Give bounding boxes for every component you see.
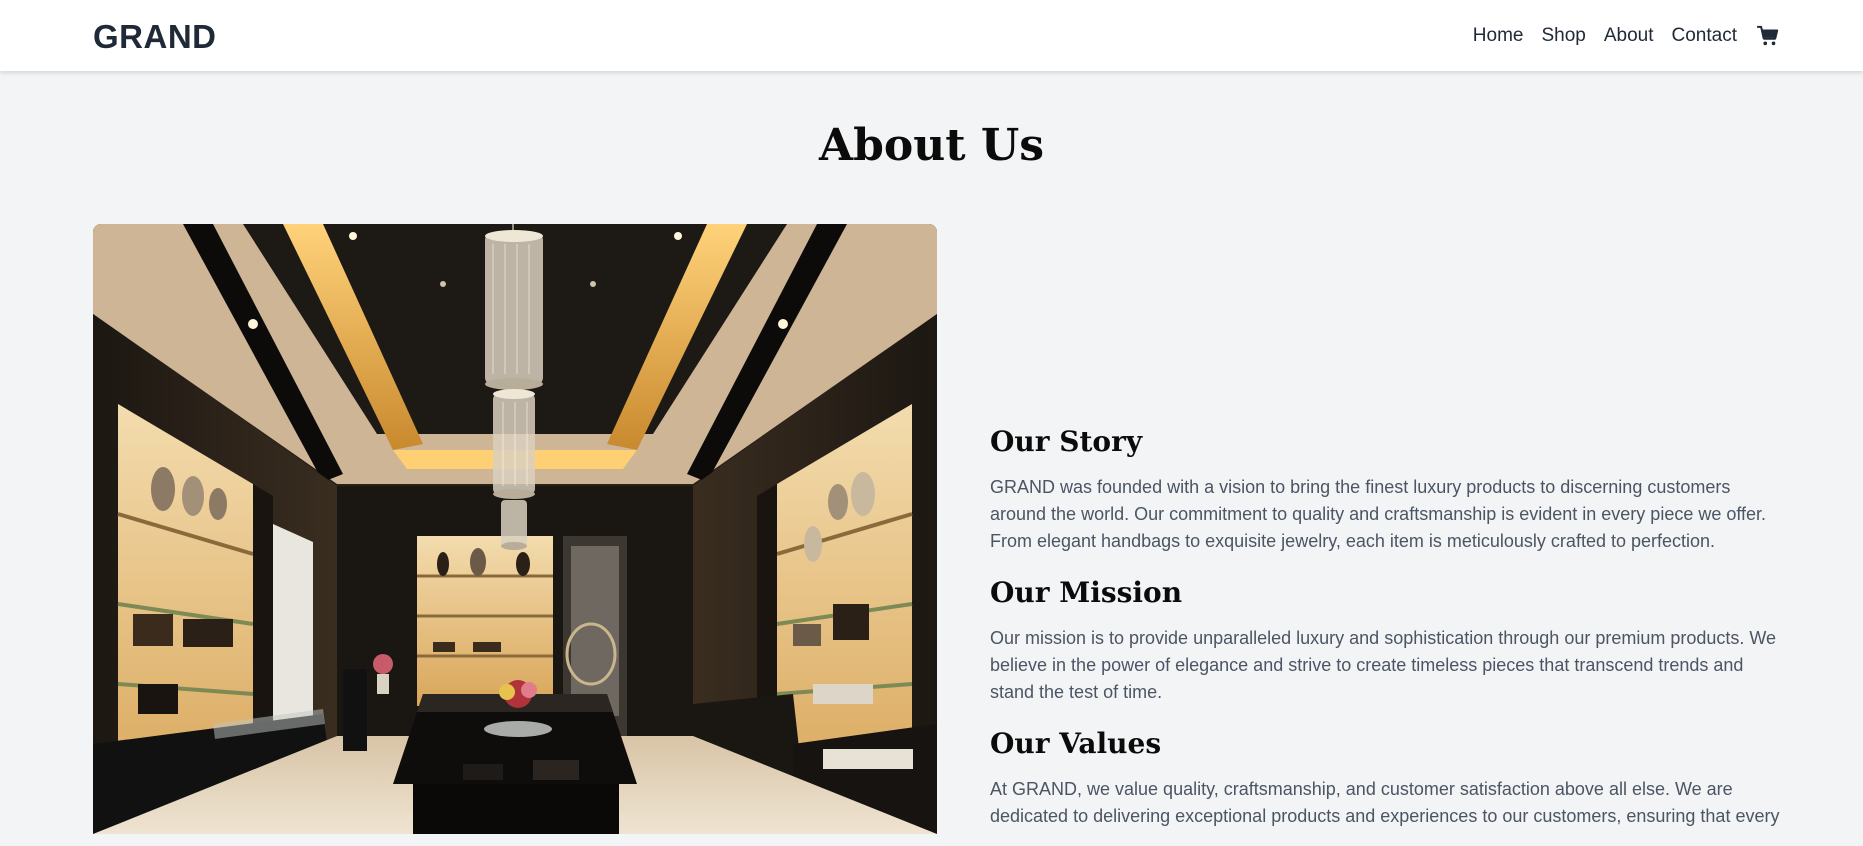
values-heading: Our Values bbox=[990, 727, 1162, 760]
story-heading: Our Story bbox=[990, 425, 1143, 458]
mission-section: Our Mission Our mission is to provide un… bbox=[990, 571, 1780, 706]
mission-heading: Our Mission bbox=[990, 576, 1183, 609]
nav-link-contact[interactable]: Contact bbox=[1672, 20, 1737, 52]
brand-logo-link[interactable]: GRAND bbox=[93, 17, 217, 57]
nav-link-home[interactable]: Home bbox=[1473, 20, 1524, 52]
nav-link-about[interactable]: About bbox=[1604, 20, 1654, 52]
values-section: Our Values At GRAND, we value quality, c… bbox=[990, 722, 1780, 830]
store-interior-image bbox=[93, 224, 937, 834]
page-title: About Us bbox=[818, 120, 1045, 171]
shopping-cart-icon[interactable] bbox=[1756, 25, 1779, 47]
values-text: At GRAND, we value quality, craftsmanshi… bbox=[990, 779, 1780, 826]
nav-links: Home Shop About Contact bbox=[1473, 20, 1779, 52]
top-navbar: GRAND Home Shop About Contact bbox=[0, 0, 1863, 71]
nav-link-shop[interactable]: Shop bbox=[1541, 20, 1585, 52]
mission-text: Our mission is to provide unparalleled l… bbox=[990, 628, 1777, 702]
story-text: GRAND was founded with a vision to bring… bbox=[990, 477, 1767, 551]
about-content: Our Story GRAND was founded with a visio… bbox=[990, 420, 1780, 846]
story-section: Our Story GRAND was founded with a visio… bbox=[990, 420, 1780, 555]
